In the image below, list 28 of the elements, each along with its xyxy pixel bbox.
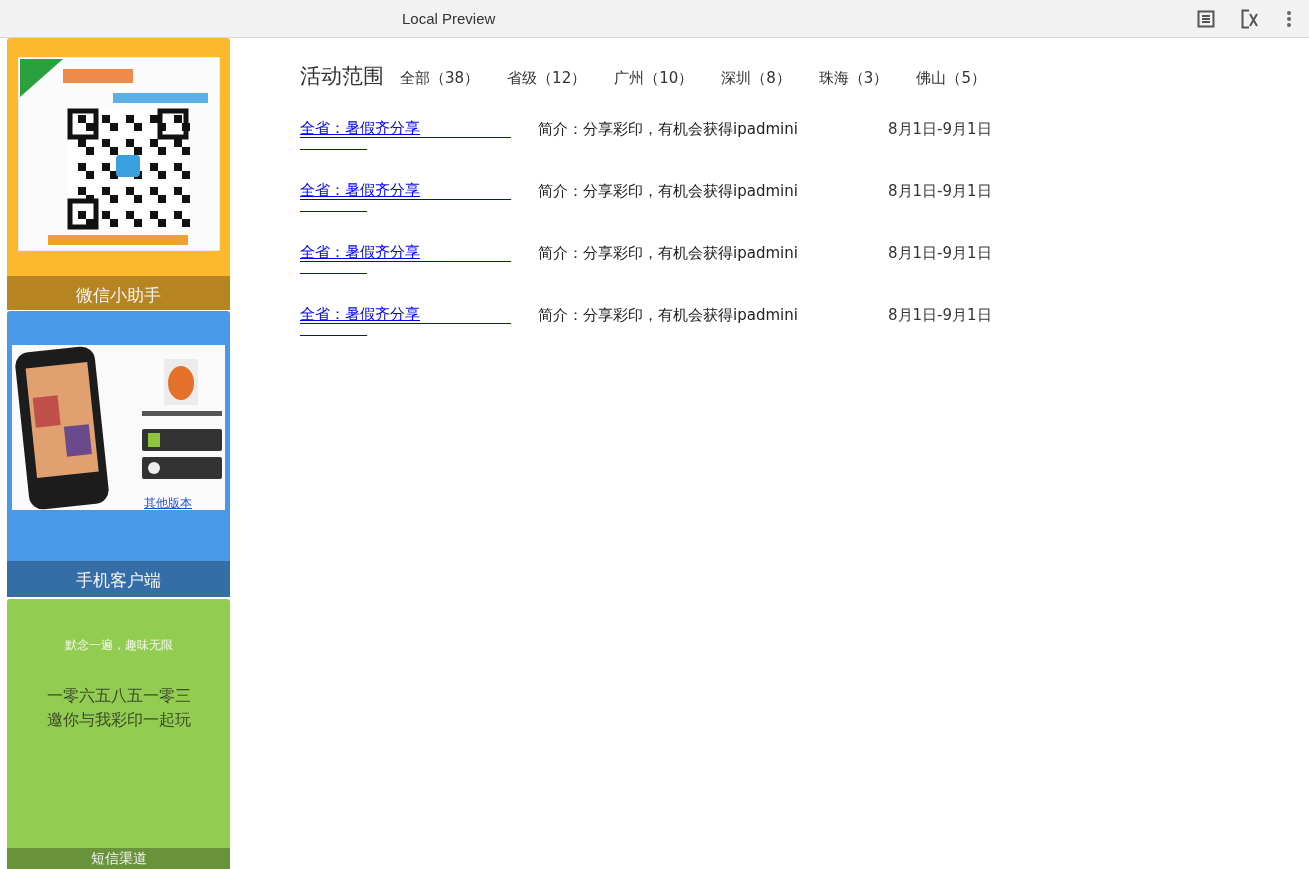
activity-link[interactable]: 全省：暑假齐分享	[300, 244, 511, 262]
filter-tab[interactable]: 珠海（3）	[818, 69, 889, 88]
filter-tab[interactable]: 全部（38）	[400, 69, 480, 88]
filter-tab[interactable]: 深圳（8）	[721, 69, 791, 88]
panel-label[interactable]: 手机客户端	[7, 561, 230, 597]
tagline: 默念一遍，趣味无限	[64, 637, 173, 654]
more-icon[interactable]	[1287, 10, 1291, 27]
sms-invite-line: 一零六五八五一零三	[46, 685, 191, 707]
activity-link[interactable]: 全省：暑假齐分享	[300, 120, 511, 138]
sms-invite-line: 邀你与我彩印一起玩	[46, 709, 191, 731]
other-versions-link[interactable]: 其他版本	[144, 495, 192, 512]
activity-intro: 简介：分享彩印，有机会获得ipadmini	[538, 306, 799, 326]
document-icon[interactable]	[1197, 9, 1215, 28]
variable-icon[interactable]	[1241, 8, 1261, 29]
activity-link[interactable]: 全省：暑假齐分享	[300, 306, 511, 324]
activity-intro: 简介：分享彩印，有机会获得ipadmini	[538, 120, 799, 140]
activity-dates: 8月1日-9月1日	[888, 120, 992, 140]
activity-dates: 8月1日-9月1日	[888, 182, 992, 202]
activity-dates: 8月1日-9月1日	[888, 306, 992, 326]
section-title: 活动范围	[300, 63, 384, 90]
filter-tab[interactable]: 省级（12）	[507, 69, 587, 88]
activity-intro: 简介：分享彩印，有机会获得ipadmini	[538, 244, 799, 264]
window-title: Local Preview	[402, 10, 496, 27]
activity-intro: 简介：分享彩印，有机会获得ipadmini	[538, 182, 799, 202]
filter-tab[interactable]: 广州（10）	[614, 69, 694, 88]
activity-link[interactable]: 全省：暑假齐分享	[300, 182, 511, 200]
filter-tab[interactable]: 佛山（5）	[916, 69, 986, 88]
activity-dates: 8月1日-9月1日	[888, 244, 992, 264]
